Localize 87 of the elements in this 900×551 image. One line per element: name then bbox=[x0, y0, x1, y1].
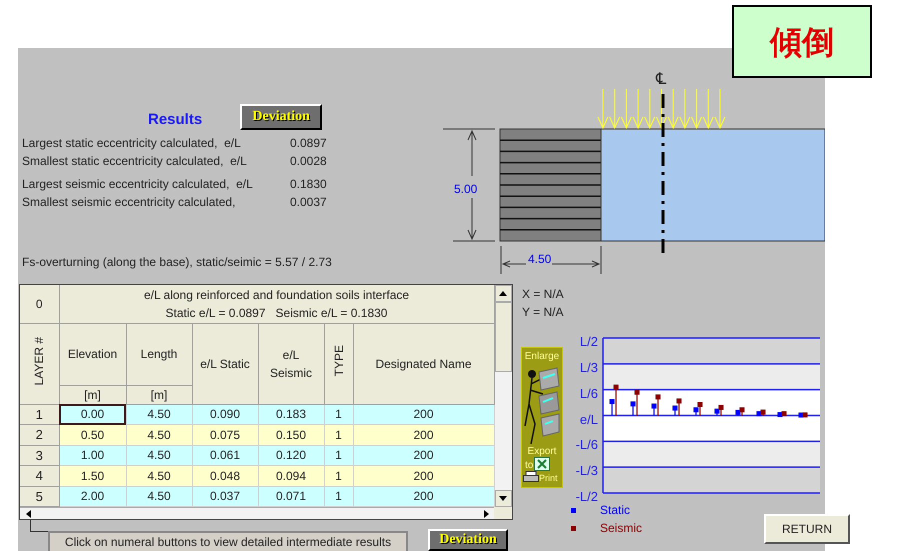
result-value: 0.1830 bbox=[290, 176, 327, 193]
table-cell: 200 bbox=[353, 424, 494, 445]
return-button[interactable]: RETURN bbox=[764, 514, 850, 544]
table-cell: 200 bbox=[353, 445, 494, 466]
legend-label: Static bbox=[600, 502, 630, 519]
result-label: Smallest static eccentricity calculated, e/L bbox=[22, 153, 248, 170]
axis-tick-label: -L/6 bbox=[576, 438, 598, 452]
column-header: TYPE bbox=[330, 345, 346, 377]
centerline-symbol: ℄ bbox=[656, 69, 666, 88]
result-value: 0.0028 bbox=[290, 153, 327, 170]
length-label: 4.50 bbox=[528, 252, 552, 266]
spreadsheet-icon bbox=[534, 457, 550, 471]
y-coordinate: Y = N/A bbox=[522, 304, 564, 321]
table-cell: 0.150 bbox=[258, 424, 324, 445]
printer-icon bbox=[523, 471, 539, 483]
result-label: Largest static eccentricity calculated, e/L bbox=[22, 135, 242, 152]
layer-number-button[interactable]: 3 bbox=[20, 445, 59, 466]
table-title: e/L along reinforced and foundation soils interface bbox=[142, 286, 410, 304]
table-cell: 4.50 bbox=[126, 404, 192, 424]
horizontal-scrollbar[interactable] bbox=[20, 507, 494, 519]
table-cell: 2.00 bbox=[59, 486, 126, 506]
result-value: 0.0897 bbox=[290, 135, 327, 152]
column-header: Elevation bbox=[68, 347, 118, 361]
export-label: Export bbox=[528, 447, 556, 457]
legend-label: Seismic bbox=[600, 520, 642, 537]
table-cell: 0.061 bbox=[192, 445, 258, 466]
deviation-button[interactable]: Deviation bbox=[428, 529, 508, 551]
corner-cell: 0 bbox=[20, 285, 59, 323]
table-cell: 1 bbox=[324, 404, 353, 424]
result-label: Smallest seismic eccentricity calculated, bbox=[22, 194, 236, 211]
scroll-up-icon[interactable] bbox=[494, 285, 512, 302]
deviation-button[interactable]: Deviation bbox=[240, 104, 322, 130]
table-cell: 4.50 bbox=[126, 466, 192, 486]
table-cell: 0.075 bbox=[192, 424, 258, 445]
table-cell: 1 bbox=[324, 424, 353, 445]
layer-number-button[interactable]: 2 bbox=[20, 424, 59, 445]
enlarge-label: Enlarge bbox=[524, 352, 560, 362]
table-cell: 4.50 bbox=[126, 424, 192, 445]
hint-text: Click on numeral buttons to view detailed intermediate results bbox=[48, 531, 408, 551]
layer-number-button[interactable]: 1 bbox=[20, 404, 59, 424]
table-cell: 4.50 bbox=[126, 445, 192, 466]
table-cell: 1 bbox=[324, 466, 353, 486]
axis-tick-label: -L/2 bbox=[576, 490, 598, 503]
layer-header: LAYER # bbox=[31, 336, 48, 386]
table-cell: 1 bbox=[324, 445, 353, 466]
axis-tick-label: e/L bbox=[580, 412, 598, 426]
scroll-thumb[interactable] bbox=[494, 302, 512, 372]
column-header: e/L Static bbox=[200, 356, 250, 370]
table-cell: 200 bbox=[353, 404, 494, 424]
table-cell: 0.120 bbox=[258, 445, 324, 466]
axis-tick-label: L/3 bbox=[580, 360, 598, 374]
table-cell: 0.094 bbox=[258, 466, 324, 486]
results-title: Results bbox=[148, 110, 202, 130]
table-cell: 0.183 bbox=[258, 404, 324, 424]
table-cell: 1.50 bbox=[59, 466, 126, 486]
table-cell: 0.037 bbox=[192, 486, 258, 506]
column-header: Designated Name bbox=[375, 356, 472, 370]
layer-number-button[interactable]: 4 bbox=[20, 466, 59, 486]
badge-text: 傾倒 bbox=[770, 22, 834, 62]
table-cell: 200 bbox=[353, 486, 494, 506]
axis-tick-label: L/6 bbox=[580, 386, 598, 400]
layer-number-button[interactable]: 5 bbox=[20, 486, 59, 506]
print-label: Print bbox=[539, 474, 558, 483]
height-label: 5.00 bbox=[454, 182, 478, 196]
to-label: to bbox=[525, 461, 534, 471]
fs-overturning-text: Fs-overturning (along the base), static/seimic = 5.57 / 2.73 bbox=[22, 254, 333, 271]
vertical-scrollbar[interactable] bbox=[494, 285, 512, 507]
column-header: Length bbox=[140, 347, 178, 361]
result-value: 0.0037 bbox=[290, 194, 327, 211]
table-cell: 0.00 bbox=[59, 404, 126, 424]
table-cell: 4.50 bbox=[126, 486, 192, 506]
axis-tick-label: -L/3 bbox=[576, 464, 598, 478]
result-label: Largest seismic eccentricity calculated, e/L bbox=[22, 176, 254, 193]
table-cell: 0.071 bbox=[258, 486, 324, 506]
table-cell: 200 bbox=[353, 466, 494, 486]
table-cell: 1 bbox=[324, 486, 353, 506]
table-cell: 0.090 bbox=[192, 404, 258, 424]
table-cell: 1.00 bbox=[59, 445, 126, 466]
unit-cell: [m] bbox=[59, 385, 126, 404]
column-header: e/L Seismic bbox=[270, 348, 312, 380]
table-cell: 0.048 bbox=[192, 466, 258, 486]
unit-cell: [m] bbox=[126, 385, 192, 404]
scroll-down-icon[interactable] bbox=[494, 490, 512, 507]
x-coordinate: X = N/A bbox=[522, 286, 565, 303]
table-subtitle: Static e/L = 0.0897 Seismic e/L = 0.1830 bbox=[164, 304, 388, 322]
table-cell: 0.50 bbox=[59, 424, 126, 445]
axis-tick-label: L/2 bbox=[580, 335, 598, 348]
